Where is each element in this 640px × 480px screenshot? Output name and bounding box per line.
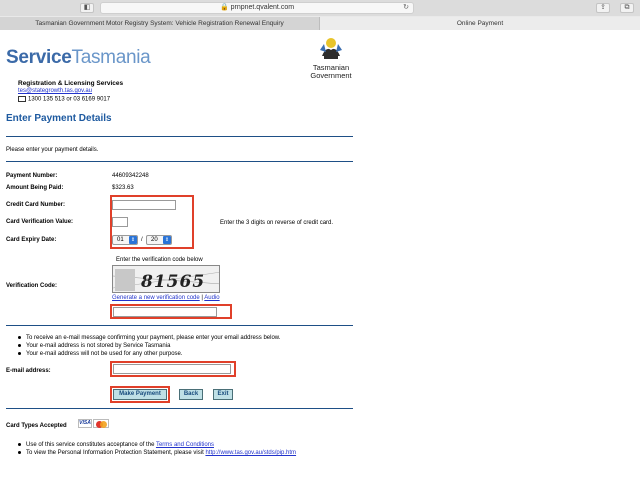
link-separator: | [201,295,203,301]
expiry-month-select[interactable]: 01 ⇕ [112,235,138,245]
crest-icon [320,38,342,59]
chevron-down-icon: ⇕ [163,236,171,244]
share-icon[interactable]: ⇪ [596,3,610,13]
intro-text: Please enter your payment details. [6,147,99,153]
address-bar[interactable]: 🔒 prnpnet.qvalent.com ↻ [100,2,414,14]
list-item: To view the Personal Information Protect… [17,449,296,457]
phone-icon [18,96,26,102]
captcha-image: 81565 [112,265,220,293]
payment-number-label: Payment Number: [6,173,58,179]
amount-value: $323.63 [112,185,134,191]
email-input[interactable] [113,364,231,374]
tab-online-payment[interactable]: Online Payment [320,17,640,30]
visa-icon: VISA [78,419,92,428]
tasmanian-government-logo: Tasmanian Government [305,36,357,82]
pip-prefix: To view the Personal Information Protect… [26,450,206,456]
expiry-year-value: 20 [151,237,158,243]
divider [6,408,353,409]
expiry-separator: / [141,237,143,243]
page-content: ServiceTasmania Tasmanian Government Reg… [0,31,640,480]
email-info-list: To receive an e-mail message confirming … [17,334,281,358]
exit-button[interactable]: Exit [213,389,233,400]
captcha-text: 81565 [141,272,206,292]
divider [6,325,353,326]
expiry-month-value: 01 [117,237,124,243]
list-item: Your e-mail address is not stored by Ser… [17,342,280,350]
contact-email-link[interactable]: tes@stategrowth.tas.gov.au [18,88,92,94]
email-label: E-mail address: [6,368,51,374]
list-item: Use of this service constitutes acceptan… [17,441,296,449]
payment-number-value: 44609342248 [112,173,149,179]
verification-code-input[interactable] [113,307,217,317]
tabs-icon[interactable]: ⧉ [620,3,634,13]
tab-vehicle-registration[interactable]: Tasmanian Government Motor Registry Syst… [0,17,320,30]
sidebar-toggle-icon[interactable]: ◧ [80,3,94,13]
list-item: To receive an e-mail message confirming … [17,335,281,341]
verification-instruction: Enter the verification code below [116,257,203,263]
card-logos: VISA [78,419,110,429]
brand-tasmania: Tasmania [71,47,151,68]
address-text: prnpnet.qvalent.com [230,4,295,11]
make-payment-button[interactable]: Make Payment [113,389,167,400]
audio-link[interactable]: Audio [204,295,219,301]
amount-label: Amount Being Paid: [6,185,64,191]
divider [6,136,353,137]
cvv-input[interactable] [112,217,128,227]
gov-line2: Government [310,71,352,80]
mastercard-icon [93,419,109,428]
pip-link[interactable]: http://www.tas.gov.au/stds/pip.htm [205,450,296,456]
cvv-label: Card Verification Value: [6,219,74,225]
cvv-hint: Enter the 3 digits on reverse of credit … [220,220,334,226]
contact-phone: 1300 135 513 or 03 6169 9017 [18,96,110,103]
browser-chrome: ◧ 🔒 prnpnet.qvalent.com ↻ ⇪ ⧉ Tasmanian … [0,0,640,30]
footer-list: Use of this service constitutes acceptan… [17,441,296,457]
expiry-year-select[interactable]: 20 ⇕ [146,235,172,245]
url-bar: ◧ 🔒 prnpnet.qvalent.com ↻ ⇪ ⧉ [0,0,640,16]
list-item: Your e-mail address will not be used for… [17,350,280,358]
back-button[interactable]: Back [179,389,203,400]
service-tasmania-logo: ServiceTasmania [6,47,151,69]
card-number-input[interactable] [112,200,176,210]
chevron-down-icon: ⇕ [129,236,137,244]
divider [6,161,353,162]
terms-link[interactable]: Terms and Conditions [156,442,214,448]
generate-code-link[interactable]: Generate a new verification code [112,295,200,301]
tab-bar: Tasmanian Government Motor Registry Syst… [0,17,640,30]
lock-icon: 🔒 [219,4,229,11]
captcha-links: Generate a new verification code | Audio [112,295,220,301]
phone-text: 1300 135 513 or 03 6169 9017 [28,96,111,103]
page-title: Enter Payment Details [6,113,112,124]
expiry-label: Card Expiry Date: [6,237,57,243]
card-types-label: Card Types Accepted [6,423,67,429]
org-name: Registration & Licensing Services [18,80,124,87]
verification-label: Verification Code: [6,283,58,289]
terms-prefix: Use of this service constitutes acceptan… [26,442,156,448]
brand-service: Service [6,47,72,68]
reload-icon[interactable]: ↻ [403,3,409,13]
card-number-label: Credit Card Number: [6,202,66,208]
